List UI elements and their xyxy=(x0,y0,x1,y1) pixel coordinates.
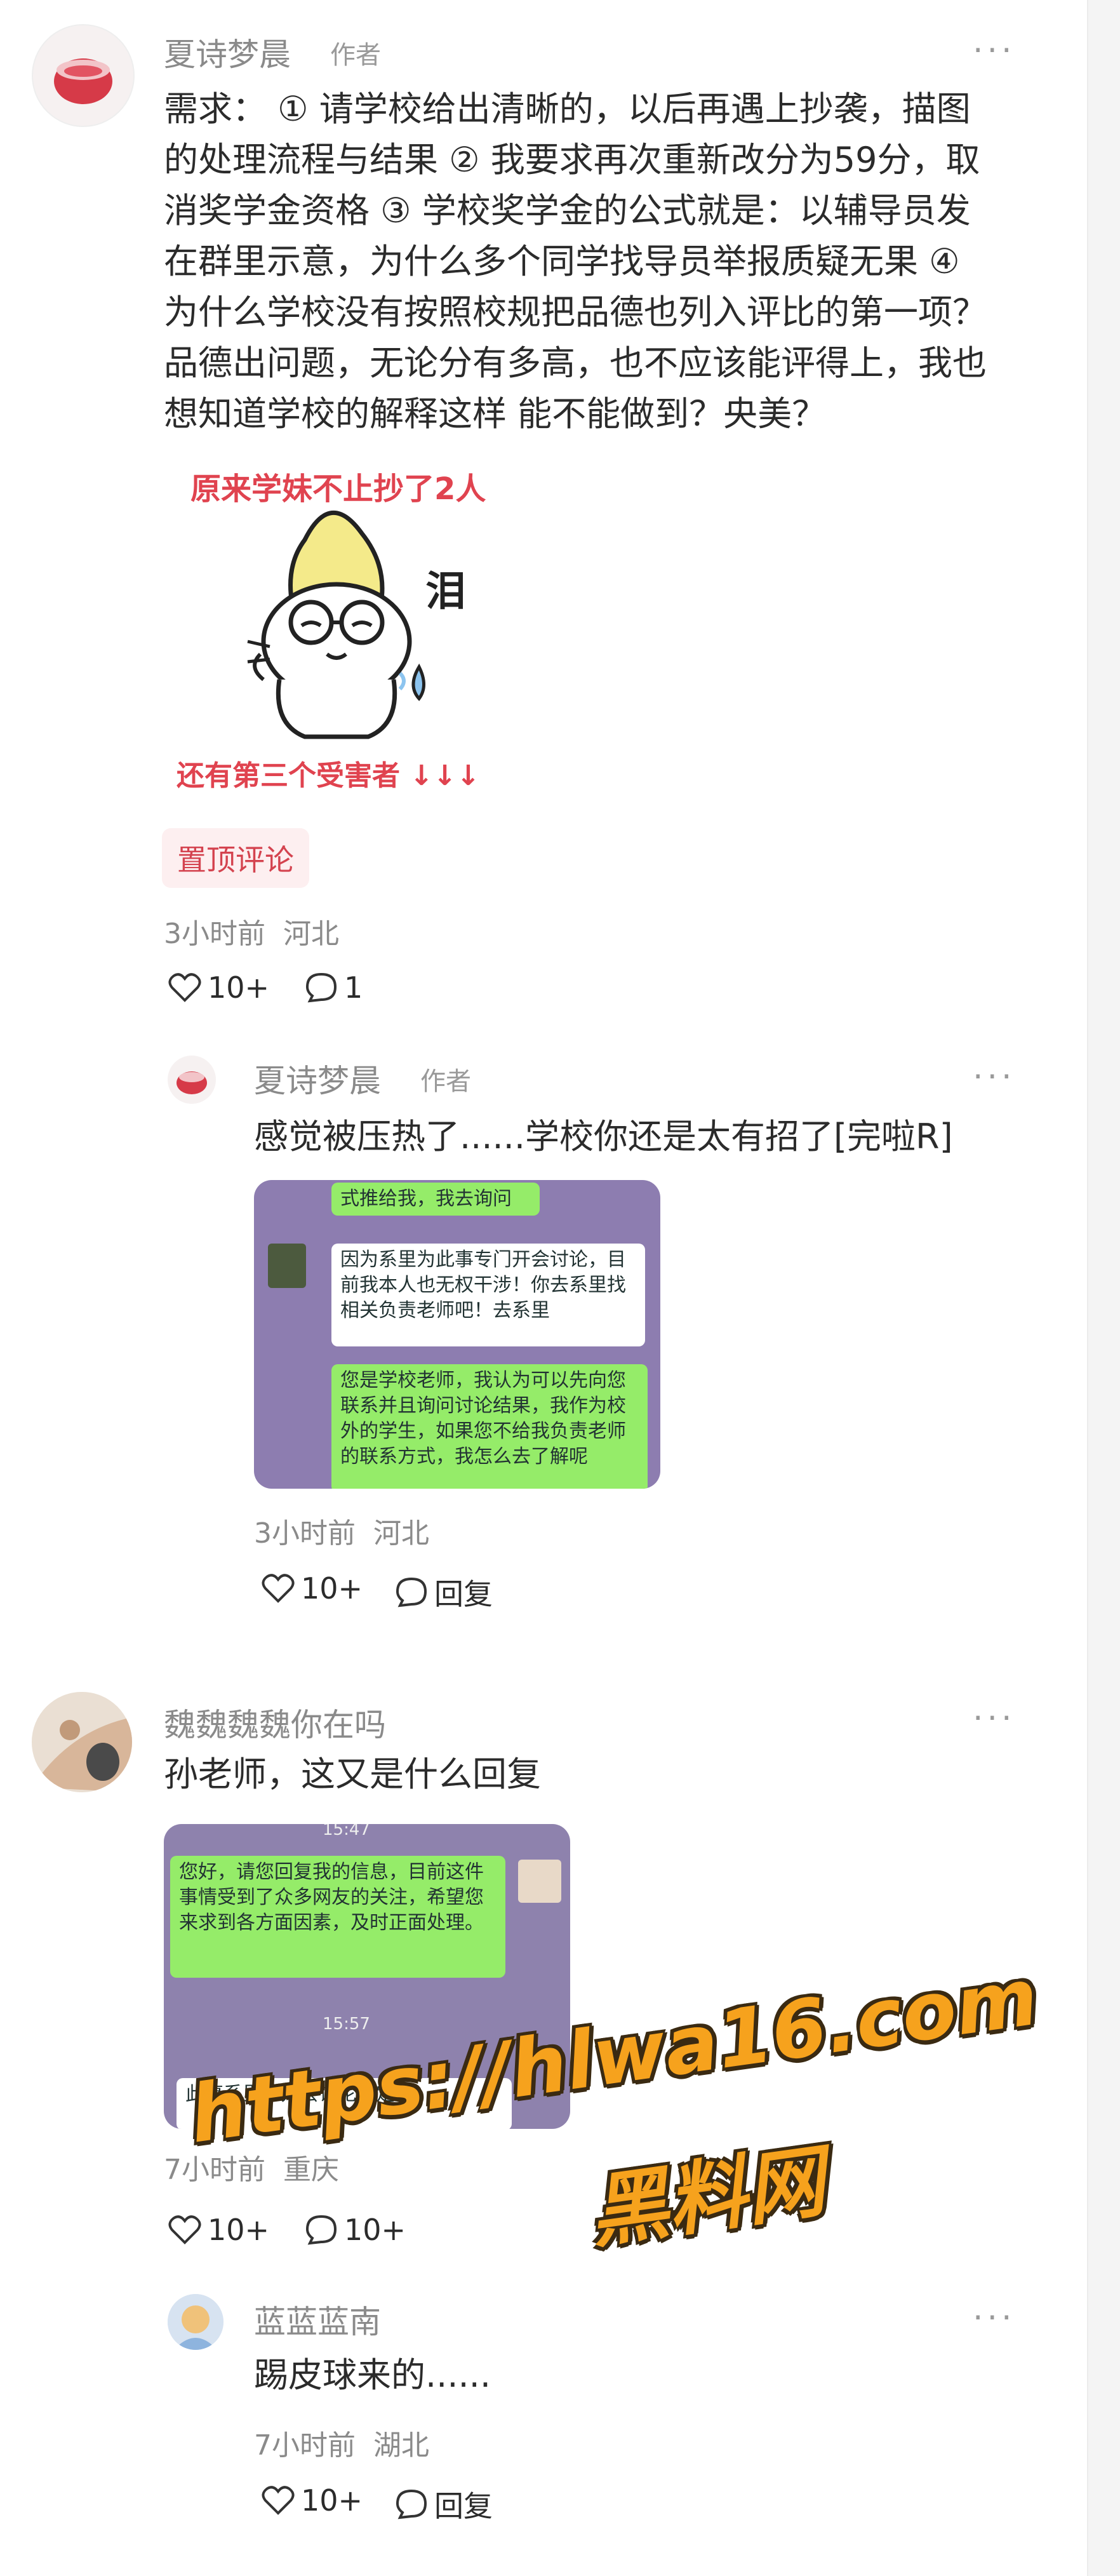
more-options-icon[interactable]: ··· xyxy=(973,1061,1016,1094)
comment-text-line: 想知道学校的解释这样 能不能做到？央美？ xyxy=(164,394,827,434)
author-name[interactable]: 魏魏魏魏你在吗 xyxy=(164,1700,386,1745)
cat-icon xyxy=(247,510,425,739)
speech-bubble-icon xyxy=(305,2215,337,2245)
reply-count: 1 xyxy=(344,970,363,1005)
like-button[interactable]: 10+ xyxy=(262,2483,363,2518)
chat-timestamp: 15:57 xyxy=(323,2015,370,2034)
more-options-icon[interactable]: ··· xyxy=(973,2302,1016,2335)
reply-text: 感觉被压热了......学校你还是太有招了[完啦R] xyxy=(254,1117,953,1157)
more-options-icon[interactable]: ··· xyxy=(973,1702,1016,1735)
page-scroll-edge xyxy=(1087,0,1120,2576)
chat-screenshot-image[interactable]: 式推给我，我去询问 因为系里为此事专门开会讨论，目前我本人也无权干涉！你去系里找… xyxy=(254,1180,660,1489)
author-name[interactable]: 夏诗梦晨 xyxy=(254,1056,381,1101)
comment-location: 河北 xyxy=(283,918,339,950)
author-name[interactable]: 夏诗梦晨 xyxy=(164,29,291,75)
speech-bubble-icon xyxy=(396,1577,427,1607)
reply-location: 河北 xyxy=(373,1517,429,1550)
speech-bubble-icon xyxy=(305,972,337,1003)
reply-button[interactable]: 回复 xyxy=(395,2483,493,2525)
heart-icon xyxy=(168,2215,201,2244)
chat-bubble: 式推给我，我去询问 xyxy=(331,1183,540,1216)
speech-bubble-icon xyxy=(396,2489,427,2519)
heart-icon xyxy=(262,2486,295,2515)
crying-cat-sticker[interactable]: 原来学妹不止抄了2人 泪 还有第三个受害者 ↓↓↓ xyxy=(171,457,527,800)
sticker-side-glyph: 泪 xyxy=(425,568,466,615)
reply-count-button[interactable]: 1 xyxy=(305,970,363,1005)
reply-label: 回复 xyxy=(434,1577,493,1611)
comment-text: 孙老师，这又是什么回复 xyxy=(164,1754,541,1794)
comment-text-line: 的处理流程与结果 ② 我要求再次重新改分为59分，取 xyxy=(164,140,980,180)
chat-bubble: 因为系里为此事专门开会讨论，目前我本人也无权干涉！你去系里找相关负责老师吧！去系… xyxy=(331,1244,645,1346)
reply-text: 踢皮球来的...... xyxy=(254,2355,491,2395)
author-name[interactable]: 蓝蓝蓝南 xyxy=(254,2297,381,2342)
comment-text-line: 消奖学金资格 ③ 学校奖学金的公式就是：以辅导员发 xyxy=(164,191,971,231)
author-badge: 作者 xyxy=(330,41,381,70)
chat-bubble: 您是学校老师，我认为可以先向您联系并且询问讨论结果，我作为校外的学生，如果您不给… xyxy=(331,1364,648,1489)
comment-text-line: 为什么学校没有按照校规把品德也列入评比的第一项？ xyxy=(164,292,987,332)
like-button[interactable]: 10+ xyxy=(168,970,269,1005)
chat-timestamp: 15:47 xyxy=(323,1824,370,1839)
avatar[interactable] xyxy=(168,2294,223,2350)
avatar[interactable] xyxy=(32,24,135,127)
reply-time: 7小时前 xyxy=(254,2429,356,2462)
like-button[interactable]: 10+ xyxy=(262,1571,363,1606)
comment-text-line: 在群里示意，为什么多个同学找导员举报质疑无果 ④ xyxy=(164,241,960,281)
more-options-icon[interactable]: ··· xyxy=(973,34,1016,67)
reply-button[interactable]: 回复 xyxy=(395,1571,493,1613)
pinned-comment-badge: 置顶评论 xyxy=(162,828,309,888)
like-count: 10+ xyxy=(301,2483,363,2518)
comment-location: 重庆 xyxy=(283,2154,339,2186)
author-badge: 作者 xyxy=(420,1067,471,1096)
like-button[interactable]: 10+ xyxy=(168,2213,269,2247)
chat-avatar xyxy=(268,1244,306,1288)
heart-icon xyxy=(262,1574,295,1603)
comment-text-line: 需求： ① 请学校给出清晰的，以后再遇上抄袭，描图 xyxy=(164,89,971,129)
reply-location: 湖北 xyxy=(373,2429,429,2462)
like-count: 10+ xyxy=(208,2213,270,2247)
watermark-site-name: 黑料网 xyxy=(583,2135,830,2260)
reply-count: 10+ xyxy=(344,2213,406,2247)
comment-time: 3小时前 xyxy=(164,918,265,950)
heart-icon xyxy=(168,973,201,1002)
sticker-bottom-text: 还有第三个受害者 ↓↓↓ xyxy=(177,760,480,792)
avatar[interactable] xyxy=(168,1056,216,1104)
chat-avatar xyxy=(518,1860,561,1903)
like-count: 10+ xyxy=(301,1571,363,1606)
reply-count-button[interactable]: 10+ xyxy=(305,2213,406,2247)
chat-bubble: 您好，请您回复我的信息，目前这件事情受到了众多网友的关注，希望您来求到各方面因素… xyxy=(170,1856,505,1978)
reply-time: 3小时前 xyxy=(254,1517,356,1550)
comment-text-line: 品德出问题，无论分有多高，也不应该能评得上，我也 xyxy=(164,343,987,383)
avatar[interactable] xyxy=(32,1692,132,1792)
reply-label: 回复 xyxy=(434,2489,493,2523)
like-count: 10+ xyxy=(208,970,270,1005)
